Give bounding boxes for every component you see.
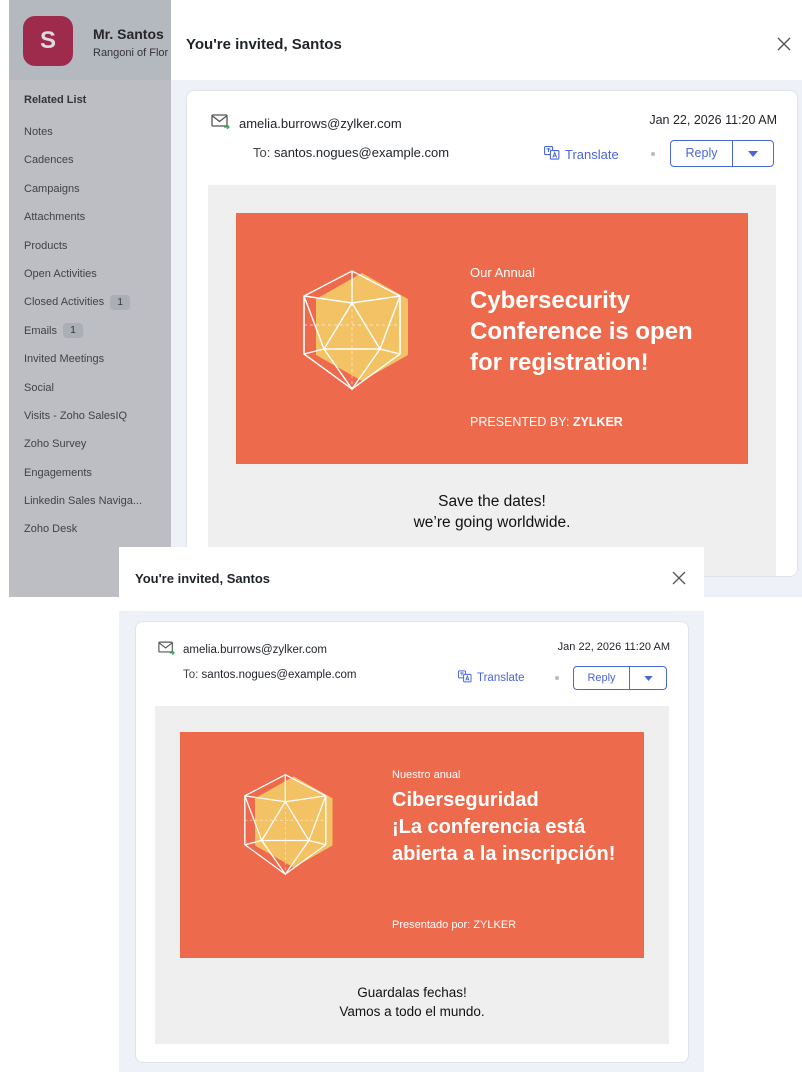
dialog-title: You're invited, Santos: [135, 571, 271, 586]
sender-row: amelia.burrows@zylker.com: [158, 640, 327, 660]
presented-by-prefix: PRESENTED BY:: [470, 415, 570, 429]
banner-presented-by: Presentado por: ZYLKER: [392, 919, 517, 931]
sender-row: amelia.burrows@zylker.com: [211, 113, 402, 134]
tagline-line-1: Guardalas fechas!: [357, 985, 467, 1000]
banner-headline: Cybersecurity Conference is open for reg…: [470, 287, 693, 376]
reply-options-dropdown[interactable]: [630, 667, 666, 689]
email-date: Jan 22, 2026 11:20 AM: [649, 113, 777, 127]
recipient-row: To: santos.nogues@example.com: [253, 145, 449, 160]
icosahedron-graphic: [244, 774, 333, 876]
email-dialog-original: You're invited, Santos amelia.burrows@zy…: [171, 0, 802, 597]
dialog-title: You're invited, Santos: [186, 36, 342, 53]
email-tagline: Save the dates! we’re going worldwide.: [208, 491, 776, 533]
close-icon[interactable]: [672, 571, 686, 590]
sender-email[interactable]: amelia.burrows@zylker.com: [239, 116, 402, 131]
caret-down-icon: [643, 675, 653, 681]
email-date: Jan 22, 2026 11:20 AM: [557, 641, 670, 653]
promo-banner: Nuestro anual Ciberseguridad ¡La confere…: [180, 732, 644, 958]
translate-icon: [544, 146, 560, 163]
reply-button[interactable]: Reply: [574, 667, 630, 689]
translate-label: Translate: [565, 147, 619, 162]
tagline-line-2: Vamos a todo el mundo.: [339, 1004, 485, 1019]
modal-backdrop: [9, 0, 171, 597]
tagline-line-1: Save the dates!: [438, 493, 546, 510]
reply-options-dropdown[interactable]: [733, 141, 773, 166]
email-card: amelia.burrows@zylker.com Jan 22, 2026 1…: [186, 90, 798, 577]
email-card: amelia.burrows@zylker.com Jan 22, 2026 1…: [135, 621, 689, 1063]
icosahedron-graphic: [303, 270, 408, 391]
caret-down-icon: [748, 150, 758, 157]
dialog-header: You're invited, Santos: [119, 547, 704, 611]
translate-icon: [458, 670, 472, 686]
reply-button[interactable]: Reply: [671, 141, 733, 166]
mail-icon: [211, 113, 230, 134]
banner-headline-1: Ciberseguridad: [392, 789, 539, 811]
translate-button[interactable]: Translate: [544, 146, 619, 163]
crm-record-panel: S Mr. Santos Rangoni of Flor Related Lis…: [9, 0, 171, 597]
recipient-row: To: santos.nogues@example.com: [183, 669, 356, 681]
separator-dot: [555, 676, 559, 680]
translate-label: Translate: [477, 672, 525, 684]
email-tagline: Guardalas fechas! Vamos a todo el mundo.: [155, 983, 669, 1021]
email-body: Nuestro anual Ciberseguridad ¡La confere…: [155, 706, 669, 1044]
reply-button-group: Reply: [573, 666, 667, 690]
banner-headline-2: ¡La conferencia está abierta a la inscri…: [392, 816, 616, 865]
recipient-email[interactable]: santos.nogues@example.com: [274, 145, 449, 160]
dialog-header: You're invited, Santos: [171, 0, 802, 80]
to-label: To:: [253, 145, 271, 160]
separator-dot: [651, 152, 655, 156]
promo-banner: Our Annual Cybersecurity Conference is o…: [236, 213, 748, 464]
mail-icon: [158, 640, 175, 660]
reply-button-group: Reply: [670, 140, 774, 167]
to-label: To:: [183, 669, 199, 681]
banner-pretitle: Nuestro anual: [392, 769, 461, 781]
tagline-line-2: we’re going worldwide.: [413, 514, 571, 531]
banner-presented-by: PRESENTED BY: ZYLKER: [470, 415, 623, 429]
close-icon[interactable]: [776, 36, 792, 57]
translate-button[interactable]: Translate: [458, 670, 525, 686]
email-body: Our Annual Cybersecurity Conference is o…: [208, 185, 776, 576]
presented-by-name: ZYLKER: [572, 415, 623, 429]
banner-pretitle: Our Annual: [470, 265, 536, 280]
sender-email[interactable]: amelia.burrows@zylker.com: [183, 644, 327, 656]
email-dialog-translated: You're invited, Santos amelia.burrows@zy…: [119, 547, 704, 1072]
recipient-email[interactable]: santos.nogues@example.com: [202, 669, 357, 681]
